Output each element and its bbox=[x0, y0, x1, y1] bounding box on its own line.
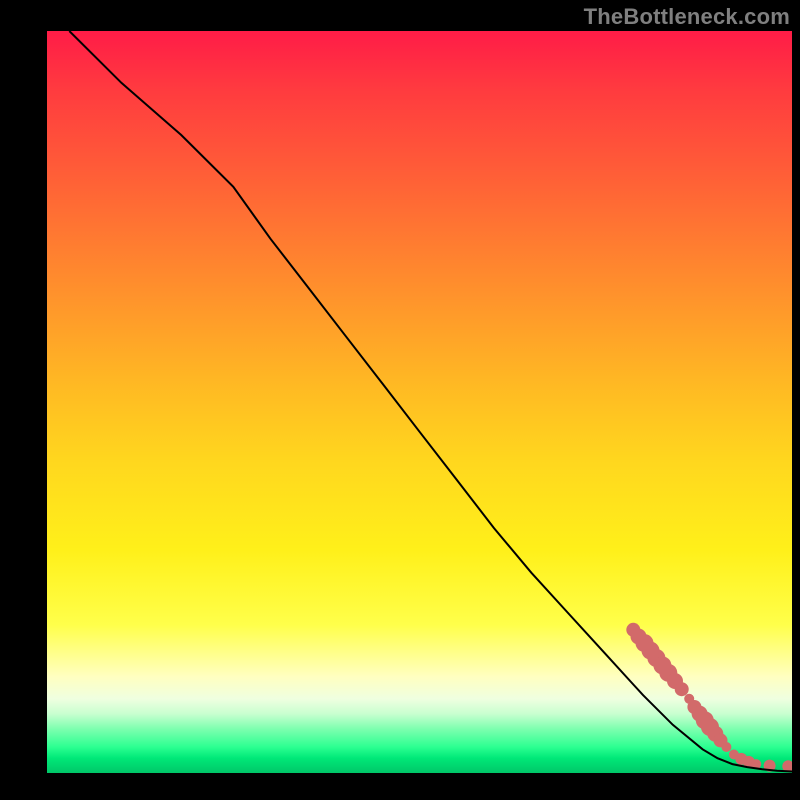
scatter-point bbox=[675, 682, 689, 696]
chart-overlay bbox=[47, 31, 792, 773]
line-series bbox=[69, 31, 792, 772]
plot-area bbox=[47, 31, 792, 773]
scatter-layer bbox=[626, 623, 792, 773]
chart-root: TheBottleneck.com bbox=[0, 0, 800, 800]
watermark-text: TheBottleneck.com bbox=[584, 4, 790, 30]
scatter-point bbox=[721, 742, 731, 752]
